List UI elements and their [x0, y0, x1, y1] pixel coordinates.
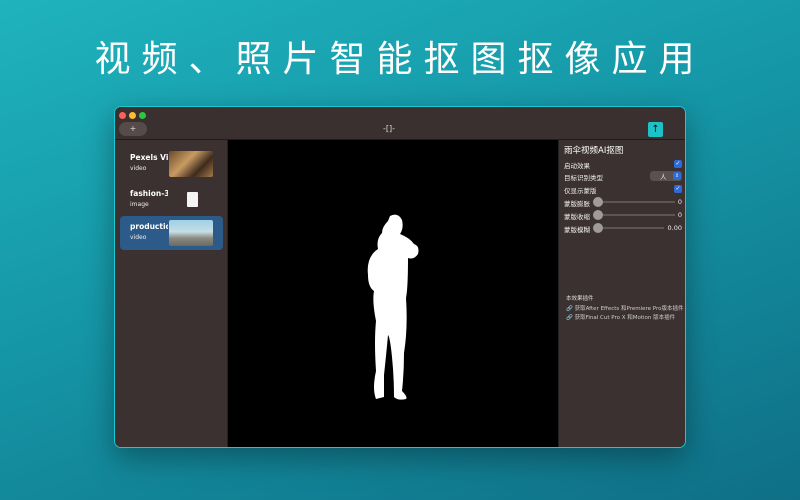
target-type-select[interactable]: 人 ⇕: [650, 171, 682, 181]
list-item[interactable]: fashion-30 image: [120, 183, 223, 217]
minimize-button[interactable]: [129, 112, 136, 119]
video-preview: [228, 140, 558, 447]
close-button[interactable]: [119, 112, 126, 119]
list-item[interactable]: production video: [120, 216, 223, 250]
slider-label: 蒙版收缩: [564, 213, 590, 221]
plugin-link-ae[interactable]: 🔗 获取After Effects 和Premiere Pro版本插件: [566, 304, 684, 312]
link-icon: 🔗: [566, 315, 573, 321]
plugins-title: 本效果插件: [566, 296, 594, 302]
image-file-icon: [187, 192, 198, 207]
media-list: Pexels Video video fashion-30 image prod…: [115, 140, 228, 447]
panel-title: 雨伞视频AI抠图: [564, 146, 624, 156]
slider-track[interactable]: [598, 214, 675, 216]
slider-value: 0: [677, 211, 682, 219]
slider-knob[interactable]: [593, 197, 603, 207]
app-window: + -[]- ↑ Pexels Video video fashion-30 i…: [114, 106, 686, 448]
slider-label: 蒙版膨胀: [564, 200, 590, 208]
video-thumbnail: [169, 151, 213, 177]
item-type: image: [130, 201, 149, 208]
mask-silhouette: [367, 214, 419, 400]
headline: 视频、照片智能抠图抠像应用: [94, 39, 706, 80]
item-type: video: [130, 165, 147, 172]
enable-effect-checkbox[interactable]: ✓: [674, 160, 682, 168]
item-name: production: [130, 222, 168, 231]
settings-panel: 雨伞视频AI抠图 启动效果 ✓ 目标识别类型 人 ⇕ 仅显示蒙版 ✓ 蒙版膨胀 0…: [558, 140, 685, 447]
link-icon: 🔗: [566, 306, 573, 312]
add-button[interactable]: +: [119, 122, 147, 136]
slider-row: 蒙版膨胀 0: [564, 197, 682, 208]
zoom-button[interactable]: [139, 112, 146, 119]
slider-value: 0.00: [667, 224, 682, 232]
mask-only-label: 仅显示蒙版: [564, 187, 597, 195]
slider-row: 蒙版收缩 0: [564, 210, 682, 221]
slider-label: 蒙版模糊: [564, 226, 590, 234]
slider-knob[interactable]: [593, 223, 603, 233]
link-text: 获取After Effects 和Premiere Pro版本插件: [574, 306, 684, 312]
enable-effect-row: 启动效果 ✓: [564, 159, 682, 170]
enable-effect-label: 启动效果: [564, 162, 590, 170]
item-name: Pexels Video: [130, 153, 168, 162]
export-button[interactable]: ↑: [648, 122, 663, 137]
toolbar: + -[]- ↑: [115, 107, 685, 140]
mask-only-row: 仅显示蒙版 ✓: [564, 184, 682, 195]
chevron-updown-icon: ⇕: [673, 172, 681, 180]
mask-only-checkbox[interactable]: ✓: [674, 185, 682, 193]
slider-track[interactable]: [598, 227, 664, 229]
target-type-label: 目标识别类型: [564, 174, 603, 182]
slider-row: 蒙版模糊 0.00: [564, 223, 682, 234]
link-text: 获取Final Cut Pro X 和Motion 版本插件: [574, 315, 676, 321]
slider-value: 0: [677, 198, 682, 206]
slider-knob[interactable]: [593, 210, 603, 220]
slider-track[interactable]: [598, 201, 675, 203]
list-item[interactable]: Pexels Video video: [120, 147, 223, 181]
target-type-row: 目标识别类型 人 ⇕: [564, 171, 682, 182]
split-view-icon[interactable]: -[]-: [383, 124, 395, 133]
plugin-link-fcp[interactable]: 🔗 获取Final Cut Pro X 和Motion 版本插件: [566, 313, 675, 321]
target-type-value: 人: [660, 173, 667, 181]
item-name: fashion-30: [130, 189, 168, 198]
item-type: video: [130, 234, 147, 241]
video-thumbnail: [169, 220, 213, 246]
